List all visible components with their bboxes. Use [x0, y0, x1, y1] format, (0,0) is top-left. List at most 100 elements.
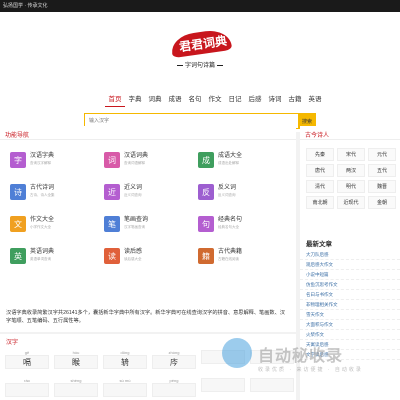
watermark-subtitle: 收录优质 · 来访便捷 · 自动收录 — [258, 367, 363, 373]
dynasty-link[interactable]: 宋代 — [337, 148, 365, 161]
function-sublabel: 成语出处解释 — [218, 161, 239, 165]
function-sublabel: 汉字笔画查询 — [124, 225, 145, 229]
hanzi-cell[interactable]: ráo — [5, 378, 49, 397]
hanzi-character — [103, 383, 147, 397]
function-item[interactable]: 英英语词典 英语单词查询 — [10, 248, 104, 268]
watermark-icon — [222, 338, 252, 368]
nav-hougan[interactable]: 后感 — [245, 95, 265, 107]
function-text: 读后感 读后感大全 — [124, 248, 142, 268]
nav-home[interactable]: 首页 — [105, 95, 125, 107]
function-sublabel: 反义词查询 — [218, 193, 236, 197]
function-item[interactable]: 文作文大全小学作文大全 — [10, 216, 104, 236]
logo-subtitle: 字词句诗篇 — [165, 60, 235, 69]
function-icon: 反 — [198, 184, 214, 200]
article-link[interactable]: 仿鱼沉思考作文 — [300, 280, 400, 290]
intro-panel: 汉语字典收录简繁汉字共26141多个，囊括新华字典中所有汉字。新华字典可在线查询… — [0, 304, 296, 332]
function-label: 汉语词典 — [124, 153, 149, 159]
hanzi-cell[interactable]: dōng 辀 — [103, 350, 147, 369]
function-sublabel: 读后感大全 — [124, 257, 142, 261]
function-sublabel: 近义词查询 — [124, 193, 142, 197]
function-item[interactable]: 反反义词反义词查询 — [198, 184, 290, 204]
function-item[interactable]: 成成语大全 成语出处解释 — [198, 152, 290, 172]
hanzi-cell[interactable]: sù mù — [103, 378, 147, 397]
nav-zidian[interactable]: 字典 — [125, 95, 145, 107]
hanzi-cell[interactable] — [250, 378, 294, 397]
hanzi-cell[interactable]: hòu 睺 — [54, 350, 98, 369]
function-sublabel: 查询词语解释 — [124, 161, 145, 165]
article-link[interactable]: 观后感大作文 — [300, 260, 400, 270]
function-item[interactable]: 句经典名句 经典名句大全 — [198, 216, 290, 236]
dynasty-link[interactable]: 金朝 — [368, 196, 396, 209]
function-grid: 字汉语字典 查询汉字解释词汉语词典 查询词语解释成成语大全 成语出处解释诗古代诗词 古诗… — [10, 152, 290, 268]
hanzi-row-2: ráo shèng sù mù péng — [5, 378, 295, 397]
nav-guji[interactable]: 古籍 — [285, 95, 305, 107]
function-item[interactable]: 笔笔画查询汉字笔画查询 — [104, 216, 198, 236]
function-label: 反义词 — [218, 185, 237, 191]
hanzi-cell[interactable]: gē 嗝 — [5, 350, 49, 369]
function-icon: 文 — [10, 216, 26, 232]
function-label: 作文大全 — [30, 217, 55, 223]
hanzi-character — [201, 378, 245, 392]
dynasty-grid: 先秦 宋代 元代唐代 两汉 五代清代 明代 魏晋南北朝 近现代 金朝 — [306, 148, 398, 209]
hanzi-cell[interactable] — [201, 378, 245, 397]
function-text: 古代典籍 古籍在线阅读 — [218, 248, 242, 268]
dynasty-link[interactable]: 明代 — [337, 180, 365, 193]
function-item[interactable]: 字汉语字典查询汉字解释 — [10, 152, 104, 172]
function-text: 汉语字典查询汉字解释 — [30, 152, 54, 172]
dynasty-link[interactable]: 元代 — [368, 148, 396, 161]
dynasty-link[interactable]: 清代 — [306, 180, 334, 193]
function-item[interactable]: 读读后感 读后感大全 — [104, 248, 198, 268]
function-sublabel: 小学作文大全 — [30, 225, 51, 229]
nav-mingju[interactable]: 名句 — [185, 95, 205, 107]
function-label: 笔画查询 — [124, 217, 149, 223]
top-bar: 弘扬国学 · 传承文化 — [0, 0, 400, 12]
article-link[interactable]: 大面积与作文 — [300, 320, 400, 330]
function-icon: 笔 — [104, 216, 120, 232]
nav-shici[interactable]: 诗词 — [265, 95, 285, 107]
nav-cidian[interactable]: 词典 — [145, 95, 165, 107]
hanzi-cell[interactable]: zhòng 庈 — [152, 350, 196, 369]
hanzi-character — [54, 383, 98, 397]
function-label: 汉语字典 — [30, 153, 55, 159]
function-label: 英语词典 — [30, 249, 55, 255]
dynasty-link[interactable]: 先秦 — [306, 148, 334, 161]
dynasty-link[interactable]: 近现代 — [337, 196, 365, 209]
function-item[interactable]: 词汉语词典查询词语解释 — [104, 152, 198, 172]
function-sublabel: 查询汉字解释 — [30, 161, 51, 165]
article-link[interactable]: 雪天作文 — [300, 310, 400, 320]
site-logo[interactable]: 君君词典 字词句诗篇 — [165, 27, 235, 82]
watermark-logo: 自动秘收录 收录优质 · 来访便捷 · 自动收录 — [222, 338, 392, 378]
function-icon: 成 — [198, 152, 214, 168]
dynasty-link[interactable]: 南北朝 — [306, 196, 334, 209]
hanzi-cell[interactable]: péng — [152, 378, 196, 397]
hanzi-character — [250, 378, 294, 392]
article-link[interactable]: 非物理相关作文 — [300, 300, 400, 310]
hanzi-character: 辀 — [103, 355, 147, 369]
article-link[interactable]: 小说中短篇 — [300, 270, 400, 280]
hanzi-character: 嗝 — [5, 355, 49, 369]
function-item[interactable]: 籍古代典籍 古籍在线阅读 — [198, 248, 290, 268]
dynasty-link[interactable]: 魏晋 — [368, 180, 396, 193]
articles-title: 最新文章 — [306, 241, 332, 248]
site-header: 君君词典 字词句诗篇 首页 字典 词典 成语 名句 作文 日记 后感 诗词 古籍… — [0, 12, 400, 132]
article-link[interactable]: 大刀队后感 — [300, 250, 400, 260]
nav-chengyu[interactable]: 成语 — [165, 95, 185, 107]
hanzi-character: 睺 — [54, 355, 98, 369]
function-sublabel: 英语单词查询 — [30, 257, 51, 261]
hanzi-character: 庈 — [152, 355, 196, 369]
function-icon: 字 — [10, 152, 26, 168]
dynasty-link[interactable]: 五代 — [368, 164, 396, 177]
article-link[interactable]: 名曰与书作文 — [300, 290, 400, 300]
nav-zuowen[interactable]: 作文 — [205, 95, 225, 107]
hanzi-cell[interactable]: shèng — [54, 378, 98, 397]
function-text: 作文大全小学作文大全 — [30, 216, 54, 236]
dynasty-link[interactable]: 唐代 — [306, 164, 334, 177]
dynasty-link[interactable]: 两汉 — [337, 164, 365, 177]
nav-riji[interactable]: 日记 — [225, 95, 245, 107]
nav-english[interactable]: 英语 — [305, 95, 325, 107]
function-item[interactable]: 诗古代诗词 古诗、诗人全集 — [10, 184, 104, 204]
function-icon: 读 — [104, 248, 120, 264]
function-item[interactable]: 近近义词 近义词查询 — [104, 184, 198, 204]
function-icon: 词 — [104, 152, 120, 168]
intro-text: 汉语字典收录简繁汉字共26141多个，囊括新华字典中所有汉字。新华字典可在线查询… — [6, 310, 285, 324]
